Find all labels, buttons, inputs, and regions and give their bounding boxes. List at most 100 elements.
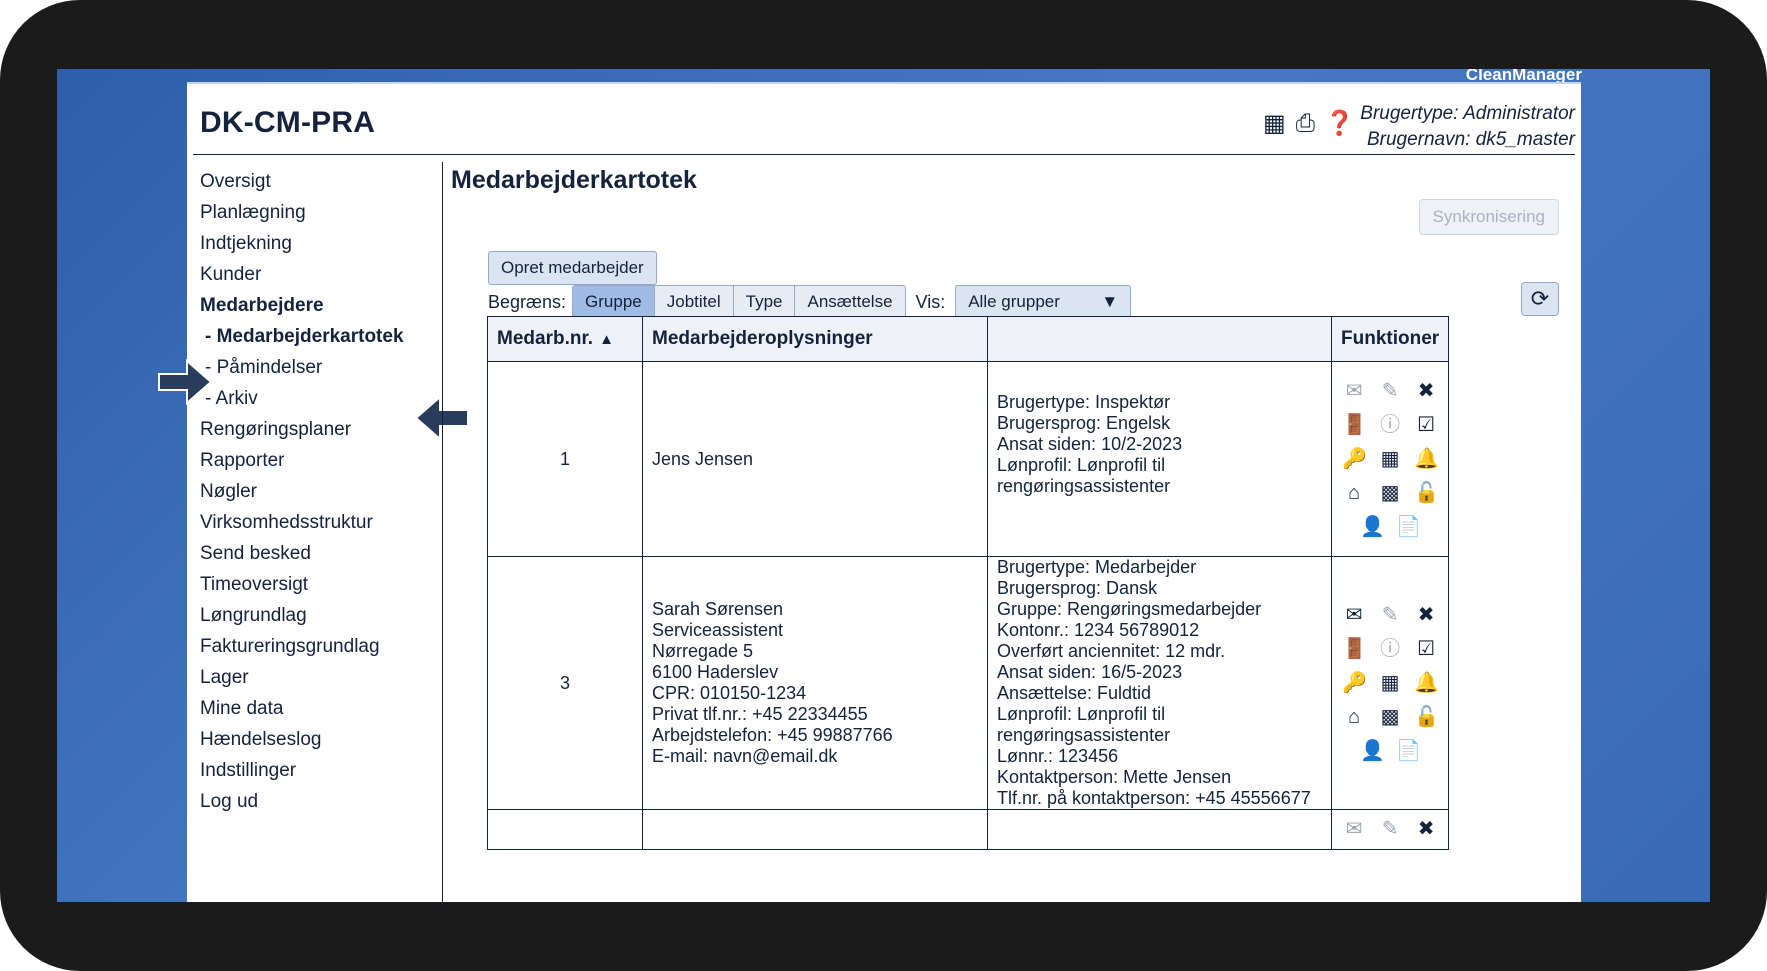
unlock-icon[interactable]: 🔓	[1414, 704, 1439, 730]
employee-table: Medarb.nr. ▲ Medarbejderoplysninger Funkt…	[487, 316, 1450, 850]
group-select-value: Alle grupper	[968, 292, 1060, 311]
sidebar-item-indtjekning[interactable]: Indtjekning	[200, 228, 420, 259]
door-icon[interactable]: 🚪	[1342, 412, 1367, 438]
clipboard-check-icon[interactable]: ☑	[1414, 412, 1438, 438]
sidebar-item-loengrundlag[interactable]: Løngrundlag	[200, 600, 420, 631]
sidebar-item-medarbejderkartotek[interactable]: - Medarbejderkartotek	[200, 321, 420, 352]
info-icon[interactable]: ⓘ	[1378, 636, 1402, 662]
arrow-right-icon	[158, 359, 213, 405]
sidebar-item-lager[interactable]: Lager	[200, 662, 420, 693]
employee-functions: ✉ ✎ ✖	[1330, 809, 1450, 850]
filter-label: Begræns:	[488, 291, 567, 312]
chevron-down-icon: ▼	[1101, 292, 1119, 311]
filter-row: Begræns: Gruppe Jobtitel Type Ansættelse…	[488, 285, 1132, 319]
refresh-button[interactable]: ⟳	[1521, 282, 1559, 316]
device-bezel: CleanManager DK-CM-PRA ▦ ⎙ ❓ Brugertype:…	[0, 0, 1767, 971]
table-row: 1 Jens Jensen Brugertype: Inspektør Brug…	[487, 361, 1450, 557]
column-header-info: Medarbejderoplysninger	[642, 316, 988, 362]
documents-icon[interactable]: 📄	[1396, 738, 1421, 764]
delete-icon[interactable]: ✖	[1414, 378, 1438, 404]
edit-icon[interactable]: ✎	[1378, 378, 1402, 404]
clipboard-check-icon[interactable]: ☑	[1414, 636, 1438, 662]
employee-functions: ✉ ✎ ✖ 🚪 ⓘ ☑ 🔑 ▦ 🔔 ⌂ ▩ 🔓 👤 📄	[1330, 556, 1450, 810]
filter-gruppe[interactable]: Gruppe	[573, 286, 655, 318]
table-row: 3 Sarah Sørensen Serviceassistent Nørreg…	[487, 556, 1450, 810]
header-icons: ▦ ⎙ ❓	[1263, 112, 1355, 136]
screen: CleanManager DK-CM-PRA ▦ ⎙ ❓ Brugertype:…	[57, 69, 1710, 902]
qr-code-icon[interactable]: ▩	[1378, 480, 1402, 506]
sidebar-item-kunder[interactable]: Kunder	[200, 259, 420, 290]
filter-segment: Gruppe Jobtitel Type Ansættelse	[572, 285, 906, 319]
employee-details: Brugertype: Medarbejder Brugersprog: Dan…	[987, 556, 1332, 810]
qr-code-icon[interactable]: ▩	[1378, 704, 1402, 730]
group-select[interactable]: Alle grupper ▼	[955, 285, 1132, 319]
column-header-number[interactable]: Medarb.nr. ▲	[487, 316, 643, 362]
site-title: DK-CM-PRA	[200, 106, 376, 139]
sync-button[interactable]: Synkronisering	[1418, 199, 1559, 235]
sidebar-item-indstillinger[interactable]: Indstillinger	[200, 755, 420, 786]
sidebar-item-send-besked[interactable]: Send besked	[200, 538, 420, 569]
key-icon[interactable]: 🔑	[1342, 446, 1367, 472]
sidebar-item-mine-data[interactable]: Mine data	[200, 693, 420, 724]
door-icon[interactable]: 🚪	[1342, 636, 1367, 662]
edit-icon[interactable]: ✎	[1378, 816, 1402, 842]
employee-number: 3	[487, 556, 643, 810]
home-icon[interactable]: ⌂	[1342, 704, 1366, 730]
print-icon[interactable]: ⎙	[1296, 112, 1315, 136]
sidebar-item-rengoeringsplaner[interactable]: Rengøringsplaner	[200, 414, 420, 445]
filter-type[interactable]: Type	[733, 286, 796, 318]
bell-icon[interactable]: 🔔	[1414, 670, 1439, 696]
delete-icon[interactable]: ✖	[1414, 602, 1438, 628]
employee-details: Brugertype: Inspektør Brugersprog: Engel…	[987, 361, 1332, 557]
sidebar: Oversigt Planlægning Indtjekning Kunder …	[158, 166, 469, 817]
sort-ascending-icon: ▲	[599, 331, 614, 348]
calendar-icon[interactable]: ▦	[1378, 446, 1402, 472]
sidebar-item-noegler[interactable]: Nøgler	[200, 476, 420, 507]
employee-functions: ✉ ✎ ✖ 🚪 ⓘ ☑ 🔑 ▦ 🔔 ⌂ ▩ 🔓 👤 📄	[1330, 361, 1450, 557]
id-card-icon[interactable]: 👤	[1360, 514, 1385, 540]
sidebar-item-haendelseslog[interactable]: Hændelseslog	[200, 724, 420, 755]
edit-icon[interactable]: ✎	[1378, 602, 1402, 628]
page-title: Medarbejderkartotek	[451, 166, 697, 194]
column-header-functions: Funktioner	[1330, 316, 1450, 362]
mail-icon[interactable]: ✉	[1342, 602, 1366, 628]
filter-ansaettelse[interactable]: Ansættelse	[795, 286, 905, 318]
sidebar-item-medarbejdere[interactable]: Medarbejdere	[200, 290, 420, 321]
sidebar-item-virksomhedsstruktur[interactable]: Virksomhedsstruktur	[200, 507, 420, 538]
help-icon[interactable]: ❓	[1325, 112, 1355, 136]
delete-icon[interactable]: ✖	[1414, 816, 1438, 842]
sidebar-item-arkiv[interactable]: - Arkiv	[200, 383, 420, 414]
calendar-icon[interactable]: ▦	[1378, 670, 1402, 696]
sidebar-item-oversigt[interactable]: Oversigt	[200, 166, 420, 197]
app-page: DK-CM-PRA ▦ ⎙ ❓ Brugertype: Administrato…	[158, 82, 1581, 902]
table-header-row: Medarb.nr. ▲ Medarbejderoplysninger Funkt…	[487, 316, 1450, 362]
documents-icon[interactable]: 📄	[1396, 514, 1421, 540]
sidebar-item-planlaegning[interactable]: Planlægning	[200, 197, 420, 228]
mail-icon[interactable]: ✉	[1342, 378, 1366, 404]
info-icon[interactable]: ⓘ	[1378, 412, 1402, 438]
user-info: Brugertype: Administrator Brugernavn: dk…	[1360, 101, 1575, 153]
home-icon[interactable]: ⌂	[1342, 480, 1366, 506]
employee-number: 1	[487, 361, 643, 557]
bell-icon[interactable]: 🔔	[1414, 446, 1439, 472]
sidebar-item-rapporter[interactable]: Rapporter	[200, 445, 420, 476]
user-name: Brugernavn: dk5_master	[1366, 129, 1575, 150]
employee-info: Jens Jensen	[642, 361, 988, 557]
sidebar-divider	[442, 162, 443, 902]
unlock-icon[interactable]: 🔓	[1414, 480, 1439, 506]
user-type: Brugertype: Administrator	[1360, 103, 1575, 124]
sidebar-item-paamindelser[interactable]: - Påmindelser	[200, 352, 420, 383]
employee-info: Sarah Sørensen Serviceassistent Nørregad…	[642, 556, 988, 810]
filter-jobtitel[interactable]: Jobtitel	[654, 286, 734, 318]
sidebar-item-timeoversigt[interactable]: Timeoversigt	[200, 569, 420, 600]
refresh-icon: ⟳	[1530, 286, 1550, 311]
header-divider	[193, 154, 1575, 155]
sidebar-item-log-ud[interactable]: Log ud	[200, 786, 420, 817]
sidebar-item-faktureringsgrundlag[interactable]: Faktureringsgrundlag	[200, 631, 420, 662]
main-content: Medarbejderkartotek Synkronisering Opret…	[451, 166, 1571, 850]
key-icon[interactable]: 🔑	[1342, 670, 1367, 696]
id-card-icon[interactable]: 👤	[1360, 738, 1385, 764]
table-icon[interactable]: ▦	[1263, 112, 1286, 136]
mail-icon[interactable]: ✉	[1342, 816, 1366, 842]
create-employee-button[interactable]: Opret medarbejder	[488, 251, 657, 285]
